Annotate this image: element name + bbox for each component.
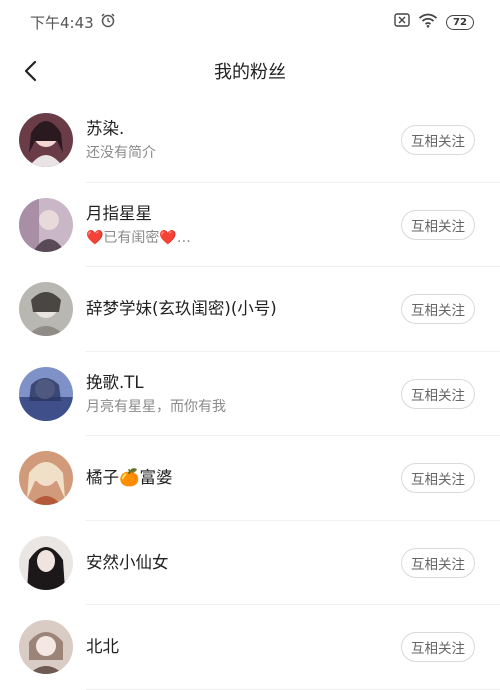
- wifi-icon: [418, 13, 438, 32]
- status-time: 下午4:43: [30, 13, 94, 32]
- sim-icon: [394, 13, 410, 31]
- fan-name: 辞梦学妹(玄玖闺密)(小号): [86, 299, 277, 319]
- fan-info: 苏染. 还没有简介: [86, 118, 380, 162]
- status-bar: 下午4:43 72: [0, 0, 500, 44]
- fan-name: 挽歌.TL: [86, 372, 144, 392]
- fan-name: 苏染.: [86, 119, 125, 139]
- mutual-follow-button[interactable]: 互相关注: [401, 547, 475, 578]
- avatar[interactable]: [19, 197, 73, 252]
- fan-row[interactable]: 橘子🍊富婆 互相关注: [0, 436, 500, 521]
- mutual-follow-button[interactable]: 互相关注: [401, 463, 475, 494]
- battery-icon: 72: [446, 14, 474, 30]
- fan-bio: ❤️已有闺密❤️…: [86, 229, 191, 246]
- fan-list: 苏染. 还没有简介 互相关注 月指星星 ❤️已有闺密❤️… 互相关注 辞梦学妹(…: [0, 98, 500, 690]
- fan-row[interactable]: 安然小仙女 互相关注: [0, 521, 500, 606]
- fan-info: 辞梦学妹(玄玖闺密)(小号): [86, 298, 380, 320]
- avatar[interactable]: [19, 620, 73, 675]
- fan-row[interactable]: 辞梦学妹(玄玖闺密)(小号) 互相关注: [0, 267, 500, 352]
- avatar[interactable]: [19, 366, 73, 421]
- avatar[interactable]: [19, 282, 73, 337]
- status-right: 72: [394, 13, 474, 32]
- fan-info: 月指星星 ❤️已有闺密❤️…: [86, 203, 380, 247]
- fan-info: 北北: [86, 636, 380, 658]
- battery-level: 72: [453, 16, 467, 28]
- avatar[interactable]: [19, 113, 73, 168]
- fan-info: 橘子🍊富婆: [86, 467, 380, 489]
- mutual-follow-button[interactable]: 互相关注: [401, 294, 475, 325]
- mutual-follow-button[interactable]: 互相关注: [401, 125, 475, 156]
- fan-bio: 还没有简介: [86, 145, 156, 162]
- mutual-follow-button[interactable]: 互相关注: [401, 632, 475, 663]
- alarm-icon: [100, 12, 116, 32]
- fan-bio: 月亮有星星，而你有我: [86, 398, 226, 415]
- fan-name: 橘子🍊富婆: [86, 468, 173, 488]
- fan-name: 北北: [86, 637, 119, 657]
- fan-row[interactable]: 挽歌.TL 月亮有星星，而你有我 互相关注: [0, 352, 500, 437]
- page-title: 我的粉丝: [214, 62, 286, 83]
- fan-info: 挽歌.TL 月亮有星星，而你有我: [86, 372, 380, 416]
- status-left: 下午4:43: [30, 12, 116, 33]
- fan-row[interactable]: 苏染. 还没有简介 互相关注: [0, 98, 500, 183]
- mutual-follow-button[interactable]: 互相关注: [401, 378, 475, 409]
- mutual-follow-button[interactable]: 互相关注: [401, 209, 475, 240]
- nav-bar: 我的粉丝: [0, 44, 500, 98]
- chevron-left-icon: [24, 60, 37, 82]
- avatar[interactable]: [19, 535, 73, 590]
- fan-name: 月指星星: [86, 203, 152, 223]
- avatar[interactable]: [19, 451, 73, 506]
- fan-name: 安然小仙女: [86, 552, 169, 572]
- back-button[interactable]: [12, 52, 50, 90]
- fan-info: 安然小仙女: [86, 552, 380, 574]
- fan-row[interactable]: 北北 互相关注: [0, 605, 500, 690]
- fan-row[interactable]: 月指星星 ❤️已有闺密❤️… 互相关注: [0, 183, 500, 268]
